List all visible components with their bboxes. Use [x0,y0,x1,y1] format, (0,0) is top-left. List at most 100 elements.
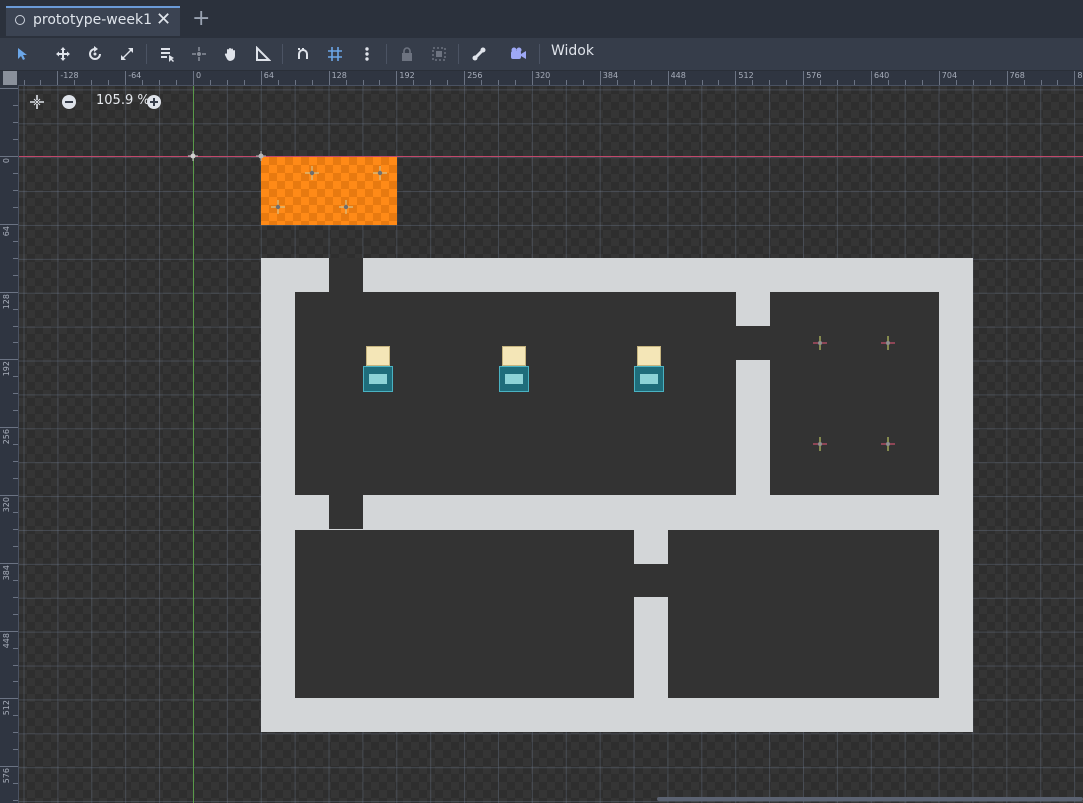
ruler-label: 640 [874,71,890,80]
paper-sprite [366,346,390,366]
grid-snap-icon[interactable] [322,42,348,66]
ruler-tick [108,80,110,85]
spawn-point-icon[interactable] [813,437,827,451]
y-axis-line [193,86,194,803]
ruler-tick [193,71,194,85]
ruler-tick [13,528,18,530]
zoom-level-label[interactable]: 105.9 % [96,93,150,108]
ruler-tick [1057,80,1059,85]
group-icon[interactable] [426,42,452,66]
ruler-tick [277,80,279,85]
ruler-tick [260,71,262,85]
ruler-tick [0,291,18,293]
ruler-tick [13,393,18,395]
view-menu-button[interactable]: Widok [551,43,594,59]
ruler-label: 512 [738,71,754,80]
pivot-icon[interactable] [186,42,212,66]
ruler-tick [565,80,567,85]
ruler-label: 704 [941,71,958,80]
rotate-tool-icon[interactable] [82,42,108,66]
ruler-tick [1023,80,1025,85]
room-office[interactable] [295,292,736,495]
ruler-tick [13,545,18,547]
horizontal-scrollbar[interactable] [657,797,1083,801]
ruler-tick [650,80,652,85]
ruler-tick [430,80,432,85]
ruler-tick [0,562,18,564]
ruler-tick [13,257,18,259]
desk-with-computer[interactable] [634,338,666,392]
position-marker-icon[interactable] [305,166,319,180]
ruler-tick [803,71,805,85]
ruler-label: 0 [2,158,11,164]
ruler-tick [786,80,788,85]
ruler-tick [887,80,889,85]
door-gap [736,326,770,360]
ruler-label: 192 [2,361,11,377]
ruler-tick [701,80,703,85]
ruler-tick [13,342,18,344]
canvas-viewport[interactable]: 105.9 % [19,86,1083,803]
ruler-tick [13,579,18,581]
room-southwest[interactable] [295,530,634,698]
position-marker-icon[interactable] [339,200,353,214]
ruler-tick [13,376,18,378]
ruler-tick [13,613,18,615]
zoom-reset-icon[interactable] [29,94,45,110]
ruler-tick [820,80,822,85]
select-tool-icon[interactable] [10,42,36,66]
toolbar-separator [458,44,459,64]
pan-tool-icon[interactable] [218,42,244,66]
ruler-tick [972,80,974,85]
zoom-in-icon[interactable] [146,94,162,110]
spawn-point-icon[interactable] [813,336,827,350]
more-options-icon[interactable] [354,42,380,66]
ruler-tick [13,325,18,327]
move-tool-icon[interactable] [50,42,76,66]
ruler-tick [13,647,18,649]
zoom-out-icon[interactable] [61,94,77,110]
skeleton-icon[interactable] [466,42,492,66]
door-gap [329,495,363,529]
close-icon[interactable]: ✕ [156,9,171,30]
camera-icon[interactable] [506,42,532,66]
ruler-label: 256 [2,429,11,445]
toolbar-separator [282,44,283,64]
add-tab-icon[interactable]: + [192,6,210,32]
ruler-tick [13,715,18,717]
ruler-tick [13,749,18,751]
spawn-point-icon[interactable] [881,336,895,350]
ruler-label: 128 [2,293,11,309]
ruler-tick [23,80,25,85]
position-marker-icon[interactable] [271,200,285,214]
ruler-label: 384 [602,71,619,80]
ruler-label: 320 [535,71,551,80]
ruler-tick [243,80,245,85]
smart-snap-icon[interactable] [290,42,316,66]
ruler-tick [0,156,18,157]
ruler-icon[interactable] [250,42,276,66]
scene-tab[interactable]: prototype-week1 ✕ [6,6,180,36]
ruler-tick [0,88,18,90]
scale-tool-icon[interactable] [114,42,140,66]
ruler-label: 256 [467,71,483,80]
room-east[interactable] [770,292,939,495]
ruler-tick [379,80,381,85]
ruler-tick [735,71,737,85]
desk-with-computer[interactable] [363,338,395,392]
origin-marker-icon [188,151,198,161]
scene-tab-bar: prototype-week1 ✕ + [0,0,1083,38]
ruler-label: 64 [2,225,11,236]
position-marker-icon[interactable] [373,166,387,180]
ruler-tick [633,80,635,85]
spawn-point-icon[interactable] [881,437,895,451]
ruler-tick [13,189,18,191]
ruler-tick [0,223,18,225]
ruler-label: 0 [196,71,202,80]
room-southeast[interactable] [668,530,939,698]
ruler-tick [548,80,550,85]
lock-icon[interactable] [394,42,420,66]
ruler-tick [13,308,18,310]
list-select-icon[interactable] [154,42,180,66]
desk-with-computer[interactable] [499,338,531,392]
